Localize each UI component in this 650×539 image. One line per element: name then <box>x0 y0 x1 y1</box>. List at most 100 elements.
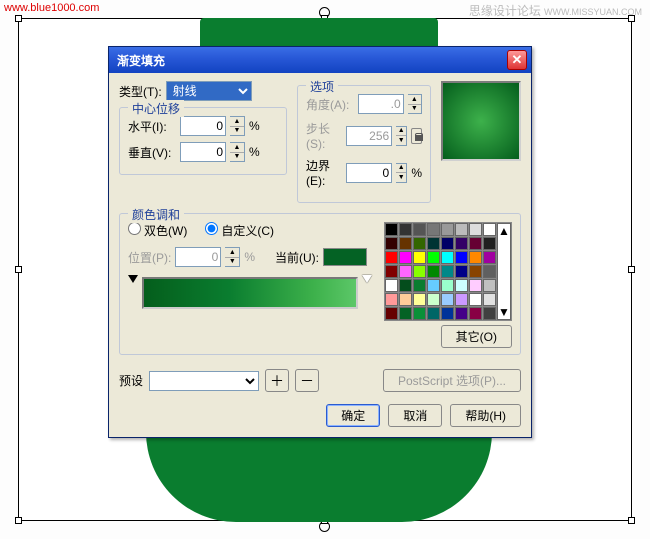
palette-swatch[interactable] <box>469 237 482 250</box>
palette-swatch[interactable] <box>385 223 398 236</box>
artwork-bottom <box>146 432 492 522</box>
resize-handle[interactable] <box>628 15 635 22</box>
titlebar[interactable]: 渐变填充 ✕ <box>109 47 531 73</box>
custom-radio-label[interactable]: 自定义(C) <box>205 222 274 239</box>
palette-swatch[interactable] <box>441 237 454 250</box>
palette-swatch[interactable] <box>427 307 440 320</box>
palette-swatch[interactable] <box>483 237 496 250</box>
vertical-input[interactable] <box>180 142 226 162</box>
palette-swatch[interactable] <box>385 265 398 278</box>
palette-swatch[interactable] <box>413 279 426 292</box>
edge-spinner[interactable]: ▲▼ <box>396 163 407 183</box>
vertical-spinner[interactable]: ▲▼ <box>230 142 245 162</box>
resize-handle[interactable] <box>628 517 635 524</box>
palette-swatch[interactable] <box>455 223 468 236</box>
palette-swatch[interactable] <box>385 293 398 306</box>
palette-swatch[interactable] <box>427 265 440 278</box>
palette-swatch[interactable] <box>413 251 426 264</box>
palette-swatch[interactable] <box>483 251 496 264</box>
palette-swatch[interactable] <box>413 223 426 236</box>
palette-swatch[interactable] <box>427 279 440 292</box>
preset-remove-button[interactable]: － <box>295 369 319 392</box>
resize-handle[interactable] <box>628 266 635 273</box>
palette-swatch[interactable] <box>455 265 468 278</box>
resize-handle[interactable] <box>15 266 22 273</box>
palette-swatch[interactable] <box>469 251 482 264</box>
palette-swatch[interactable] <box>469 293 482 306</box>
palette-swatch[interactable] <box>441 279 454 292</box>
preset-add-button[interactable]: ＋ <box>265 369 289 392</box>
ok-button[interactable]: 确定 <box>326 404 380 427</box>
close-button[interactable]: ✕ <box>507 50 527 70</box>
lock-icon[interactable] <box>411 128 422 144</box>
palette-swatch[interactable] <box>427 237 440 250</box>
palette-swatch[interactable] <box>413 293 426 306</box>
center-offset-group: 中心位移 水平(I): ▲▼ % 垂直(V): ▲▼ % <box>119 107 287 175</box>
palette-swatch[interactable] <box>427 251 440 264</box>
palette-swatch[interactable] <box>455 251 468 264</box>
palette-swatch[interactable] <box>399 265 412 278</box>
palette-swatch[interactable] <box>413 237 426 250</box>
preset-select[interactable] <box>149 371 259 391</box>
unit-percent: % <box>411 166 422 180</box>
other-color-button[interactable]: 其它(O) <box>441 325 512 348</box>
palette-swatch[interactable] <box>385 251 398 264</box>
steps-input <box>346 126 392 146</box>
angle-label: 角度(A): <box>306 96 354 113</box>
gradient-stop-right[interactable] <box>362 275 372 283</box>
palette-swatch[interactable] <box>483 223 496 236</box>
help-button[interactable]: 帮助(H) <box>450 404 521 427</box>
color-harmony-group: 颜色调和 双色(W) 自定义(C) 位置(P): ▲▼ % <box>119 213 521 355</box>
palette-swatch[interactable] <box>413 265 426 278</box>
options-group: 选项 角度(A): ▲▼ 步长(S): ▲▼ <box>297 85 431 203</box>
palette-swatch[interactable] <box>483 293 496 306</box>
palette-swatch[interactable] <box>441 293 454 306</box>
horizontal-spinner[interactable]: ▲▼ <box>230 116 245 136</box>
palette-swatch[interactable] <box>441 251 454 264</box>
palette-swatch[interactable] <box>469 307 482 320</box>
palette-swatch[interactable] <box>385 279 398 292</box>
gradient-track[interactable] <box>142 277 358 309</box>
palette-swatch[interactable] <box>469 279 482 292</box>
position-label: 位置(P): <box>128 249 171 266</box>
watermark-right: 思缘设计论坛 WWW.MISSYUAN.COM <box>469 2 642 19</box>
unit-percent: % <box>249 119 260 133</box>
resize-handle[interactable] <box>15 517 22 524</box>
twocolor-radio[interactable] <box>128 222 141 235</box>
palette-swatch[interactable] <box>441 307 454 320</box>
palette-swatch[interactable] <box>483 265 496 278</box>
palette-swatch[interactable] <box>483 279 496 292</box>
edge-input[interactable] <box>346 163 392 183</box>
palette-swatch[interactable] <box>441 223 454 236</box>
palette-swatch[interactable] <box>455 307 468 320</box>
palette-swatch[interactable] <box>385 307 398 320</box>
palette-swatch[interactable] <box>455 293 468 306</box>
palette-swatch[interactable] <box>399 279 412 292</box>
current-color-swatch[interactable] <box>323 248 367 266</box>
gradient-stop-left[interactable] <box>128 275 138 283</box>
custom-radio[interactable] <box>205 222 218 235</box>
resize-handle[interactable] <box>15 15 22 22</box>
horizontal-input[interactable] <box>180 116 226 136</box>
type-select[interactable]: 射线 <box>166 81 252 101</box>
palette-swatch[interactable] <box>385 237 398 250</box>
palette-swatch[interactable] <box>469 223 482 236</box>
palette-swatch[interactable] <box>455 279 468 292</box>
palette-swatch[interactable] <box>399 223 412 236</box>
twocolor-radio-label[interactable]: 双色(W) <box>128 222 187 239</box>
palette-swatch[interactable] <box>483 307 496 320</box>
palette-swatch[interactable] <box>399 251 412 264</box>
palette-swatch[interactable] <box>399 237 412 250</box>
palette-swatch[interactable] <box>469 265 482 278</box>
palette-swatch[interactable] <box>455 237 468 250</box>
palette-swatch[interactable] <box>441 265 454 278</box>
palette-swatch[interactable] <box>399 293 412 306</box>
position-spinner: ▲▼ <box>225 247 240 267</box>
palette-swatch[interactable] <box>427 293 440 306</box>
steps-spinner: ▲▼ <box>396 126 407 146</box>
palette-swatch[interactable] <box>413 307 426 320</box>
palette-swatch[interactable] <box>427 223 440 236</box>
palette-swatch[interactable] <box>399 307 412 320</box>
cancel-button[interactable]: 取消 <box>388 404 442 427</box>
palette-scrollbar[interactable]: ▲▼ <box>497 223 511 320</box>
